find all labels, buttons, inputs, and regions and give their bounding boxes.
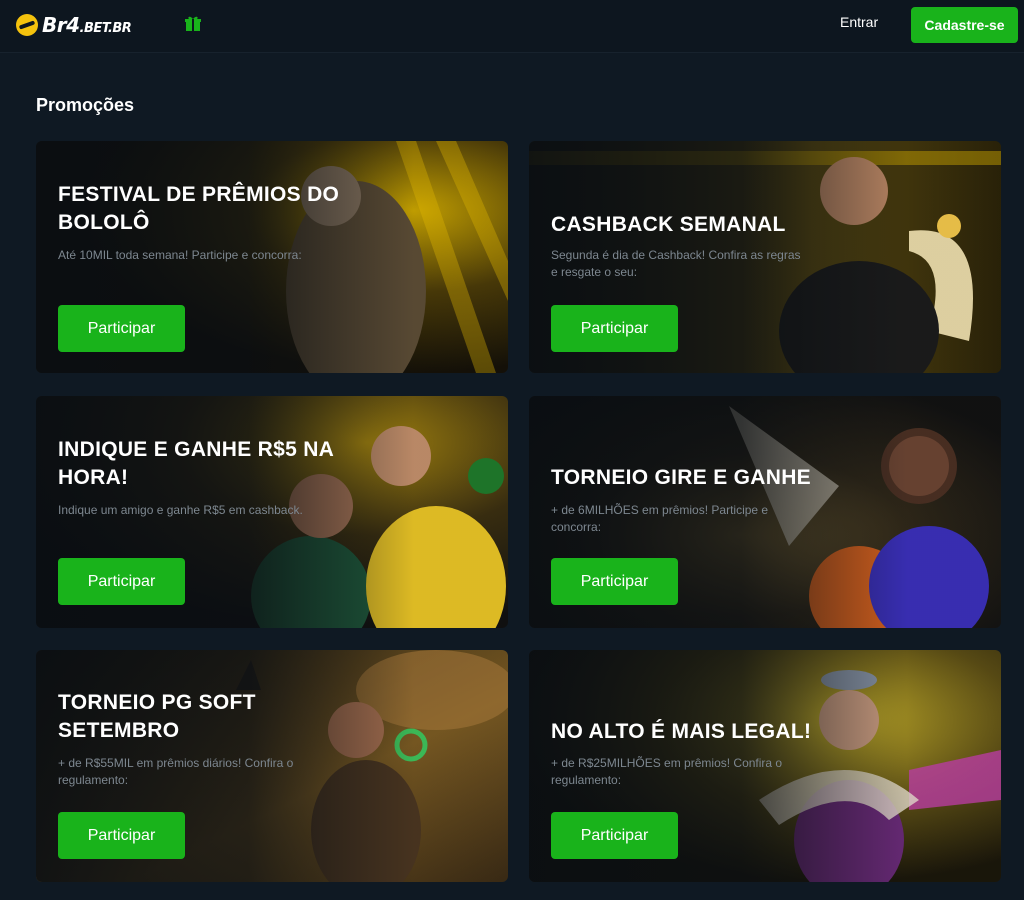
page-title: Promoções: [36, 95, 135, 115]
promo-card-no-alto[interactable]: NO ALTO É MAIS LEGAL! + de R$25MILHÕES e…: [529, 650, 1001, 882]
participate-button[interactable]: Participar: [551, 812, 678, 859]
promo-description: + de 6MILHÕES em prêmios! Participe e co…: [551, 503, 769, 534]
promo-description: Segunda é dia de Cashback! Confira as re…: [551, 248, 801, 279]
promo-card-pg-soft[interactable]: TORNEIO PG SOFT SETEMBRO + de R$55MIL em…: [36, 650, 508, 882]
promo-title: INDIQUE E GANHE R$5 NA HORA!: [58, 438, 334, 489]
participate-button[interactable]: Participar: [58, 812, 185, 859]
promo-description: Até 10MIL toda semana! Participe e conco…: [58, 248, 302, 262]
signup-button[interactable]: Cadastre-se: [911, 7, 1018, 43]
promo-title: FESTIVAL DE PRÊMIOS DO BOLOLÔ: [58, 183, 340, 234]
participate-button[interactable]: Participar: [58, 558, 185, 605]
login-link[interactable]: Entrar: [840, 14, 878, 30]
brand-logo[interactable]: Br4.BET.BR: [16, 12, 132, 38]
promo-card-cashback[interactable]: CASHBACK SEMANAL Segunda é dia de Cashba…: [529, 141, 1001, 373]
promo-title: TORNEIO PG SOFT SETEMBRO: [58, 691, 256, 742]
promo-title: CASHBACK SEMANAL: [551, 213, 786, 236]
gift-icon[interactable]: [184, 14, 202, 32]
promo-description: Indique um amigo e ganhe R$5 em cashback…: [58, 503, 303, 517]
promo-title: TORNEIO GIRE E GANHE: [551, 466, 811, 489]
promo-card-spin-tournament[interactable]: TORNEIO GIRE E GANHE + de 6MILHÕES em pr…: [529, 396, 1001, 628]
top-bar: Br4.BET.BR Entrar Cadastre-se: [0, 0, 1024, 53]
promo-description: + de R$55MIL em prêmios diários! Confira…: [58, 756, 294, 787]
promo-card-referral[interactable]: INDIQUE E GANHE R$5 NA HORA! Indique um …: [36, 396, 508, 628]
promo-card-bololo[interactable]: FESTIVAL DE PRÊMIOS DO BOLOLÔ Até 10MIL …: [36, 141, 508, 373]
promo-title: NO ALTO É MAIS LEGAL!: [551, 720, 812, 743]
logo-ball-icon: [16, 14, 38, 36]
logo-text: Br4.BET.BR: [42, 13, 132, 37]
participate-button[interactable]: Participar: [551, 558, 678, 605]
participate-button[interactable]: Participar: [58, 305, 185, 352]
participate-button[interactable]: Participar: [551, 305, 678, 352]
promo-description: + de R$25MILHÕES em prêmios! Confira o r…: [551, 756, 783, 787]
